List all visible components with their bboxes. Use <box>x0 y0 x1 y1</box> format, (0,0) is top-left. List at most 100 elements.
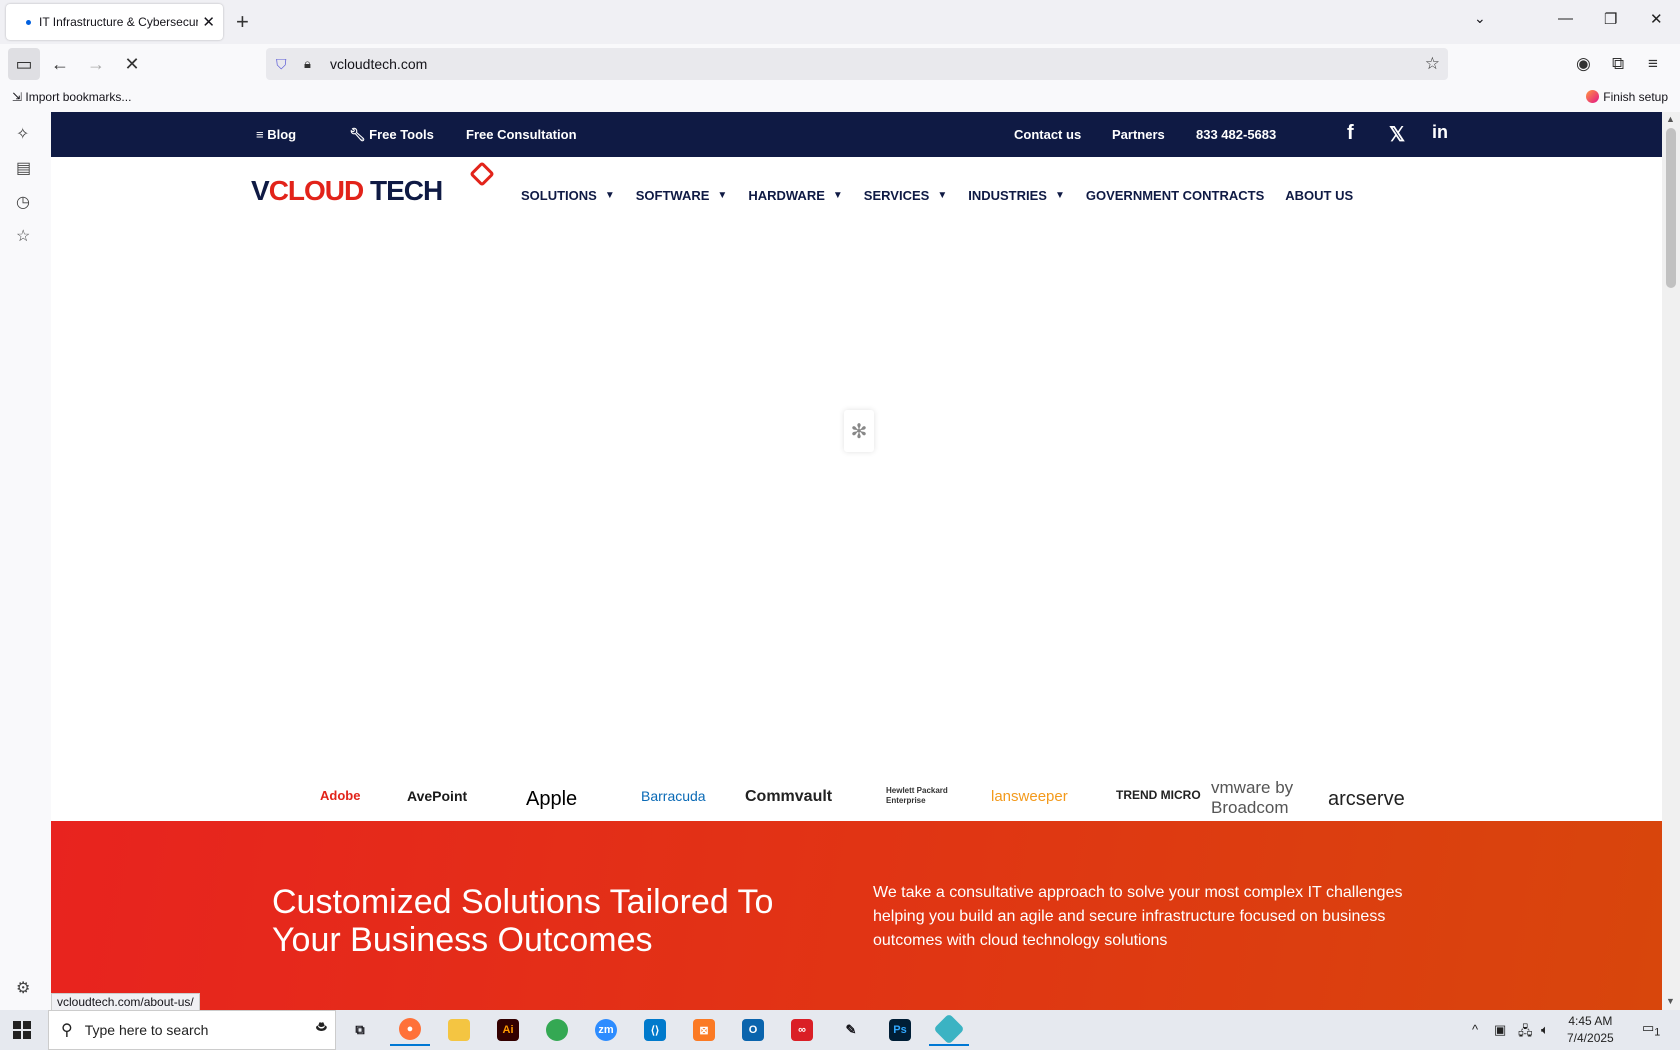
finish-setup-label: Finish setup <box>1603 90 1668 104</box>
site-topbar: ≡ Blog 🔧︎ Free Tools Free Consultation C… <box>51 112 1662 157</box>
restore-icon[interactable]: ❐ <box>1604 10 1617 28</box>
logo-cloud: CLOUD <box>268 175 365 206</box>
scroll-thumb[interactable] <box>1666 128 1676 288</box>
tracking-protection-icon[interactable]: ⛉ <box>276 56 292 73</box>
close-window-icon[interactable]: ✕ <box>1650 10 1663 28</box>
extensions-icon[interactable]: ⧉ <box>1612 54 1624 74</box>
back-icon[interactable]: ← <box>44 48 76 80</box>
logo-badge-icon <box>469 161 495 187</box>
facebook-icon[interactable]: f <box>1347 122 1354 145</box>
history-icon[interactable]: ◷ <box>16 192 30 212</box>
network-icon[interactable]: 🖧︎ <box>1518 1022 1533 1044</box>
link-status-bar: vcloudtech.com/about-us/ <box>51 993 200 1011</box>
menu-services-label: SERVICES <box>863 188 930 203</box>
caret-down-icon: ▼ <box>937 190 948 201</box>
zoom-icon[interactable]: zm <box>586 1014 626 1046</box>
logo-tech: TECH <box>363 175 443 206</box>
outlook-icon[interactable]: O <box>733 1014 773 1046</box>
adobe-logo: Adobe <box>320 788 361 803</box>
account-icon[interactable]: ◉ <box>1576 54 1591 74</box>
illustrator-icon[interactable]: Ai <box>488 1014 528 1046</box>
minimize-icon[interactable]: — <box>1558 10 1573 27</box>
menu-software[interactable]: SOFTWARE ▼ <box>636 188 728 203</box>
url-text[interactable]: vcloudtech.com <box>330 56 427 72</box>
hero-banner: Customized Solutions Tailored To Your Bu… <box>51 821 1662 1010</box>
menu-government-contracts[interactable]: GOVERNMENT CONTRACTS <box>1086 188 1264 203</box>
url-bar[interactable]: ⛉ 🔒︎ vcloudtech.com ☆ <box>266 48 1448 80</box>
photoshop-icon[interactable]: Ps <box>880 1014 920 1046</box>
volume-icon[interactable]: 🔈︎ <box>1541 1022 1549 1038</box>
blog-label: Blog <box>267 127 297 142</box>
notifications-icon[interactable]: ▭1 <box>1642 1020 1660 1039</box>
loading-dot-icon <box>26 19 31 25</box>
task-view-icon[interactable]: ⧉ <box>340 1014 380 1046</box>
customize-sidebar-icon[interactable]: ⚙ <box>16 978 30 998</box>
caret-down-icon: ▼ <box>1054 190 1065 201</box>
tab-active[interactable]: IT Infrastructure & Cybersecurit ✕ <box>6 4 223 40</box>
taskbar-search[interactable]: ⚲ Type here to search 🎩︎ <box>48 1010 336 1050</box>
bookmark-star-icon[interactable]: ☆ <box>1425 54 1440 74</box>
vscode-icon[interactable]: ⟨⟩ <box>635 1014 675 1046</box>
pen-tool-icon[interactable]: ✎ <box>831 1014 871 1046</box>
menu-about-us[interactable]: ABOUT US <box>1285 188 1353 203</box>
x-twitter-icon[interactable]: 𝕏 <box>1389 122 1405 147</box>
synced-tabs-icon[interactable]: ▤ <box>16 158 31 178</box>
contact-us-link[interactable]: Contact us <box>1014 127 1081 142</box>
list-all-tabs-icon[interactable]: ⌄ <box>1474 10 1486 27</box>
finish-setup-button[interactable]: Finish setup <box>1586 90 1668 104</box>
lansweeper-logo: lansweeper <box>991 788 1068 805</box>
import-bookmarks-link[interactable]: ⇲ Import bookmarks... <box>12 90 131 104</box>
tab-close-icon[interactable]: ✕ <box>202 13 215 31</box>
menu-services[interactable]: SERVICES ▼ <box>864 188 947 203</box>
scroll-down-icon[interactable]: ▼ <box>1666 996 1675 1006</box>
file-explorer-icon[interactable] <box>439 1014 479 1046</box>
sidebar-toggle-icon[interactable]: ▭ <box>8 48 40 80</box>
blog-link[interactable]: ≡ Blog <box>256 127 296 142</box>
menu-industries[interactable]: INDUSTRIES ▼ <box>968 188 1065 203</box>
menu-industries-label: INDUSTRIES <box>968 188 1047 203</box>
meet-now-icon[interactable]: ▣ <box>1494 1022 1506 1038</box>
bookmarks-toolbar: ⇲ Import bookmarks... Finish setup <box>0 84 1680 112</box>
creative-cloud-icon[interactable]: ∞ <box>782 1014 822 1046</box>
notification-count: 1 <box>1654 1026 1661 1039</box>
arcserve-logo: arcserve <box>1328 788 1405 810</box>
scroll-up-icon[interactable]: ▲ <box>1666 114 1675 124</box>
phone-link[interactable]: 833 482-5683 <box>1196 127 1276 142</box>
menu-hardware[interactable]: HARDWARE ▼ <box>748 188 842 203</box>
lock-icon[interactable]: 🔒︎ <box>304 56 320 72</box>
free-consultation-link[interactable]: Free Consultation <box>466 127 577 142</box>
clock-date: 7/4/2025 <box>1567 1031 1614 1045</box>
page-scrollbar[interactable]: ▲ ▼ <box>1662 112 1680 1010</box>
menu-icon[interactable]: ≡ <box>1648 54 1658 74</box>
linkedin-icon[interactable]: in <box>1432 122 1448 143</box>
firefox-icon <box>1586 90 1600 103</box>
app-taskbar-icon[interactable] <box>929 1013 969 1046</box>
stop-loading-icon[interactable]: ✕ <box>116 48 148 80</box>
partners-link[interactable]: Partners <box>1112 127 1165 142</box>
forward-icon[interactable]: → <box>80 48 112 80</box>
barracuda-logo: Barracuda <box>641 788 706 804</box>
clock[interactable]: 4:45 AM 7/4/2025 <box>1567 1013 1614 1047</box>
navigation-toolbar: ▭ ← → ✕ ⛉ 🔒︎ vcloudtech.com ☆ ◉ ⧉ ≡ <box>0 44 1680 84</box>
primary-menu: SOLUTIONS ▼ SOFTWARE ▼ HARDWARE ▼ SERVICES ▼… <box>521 188 1374 203</box>
bookmarks-icon[interactable]: ☆ <box>16 226 30 246</box>
new-tab-icon[interactable]: + <box>236 10 249 34</box>
tab-title: IT Infrastructure & Cybersecurit <box>39 15 199 29</box>
tab-bar: IT Infrastructure & Cybersecurit ✕ + ⌄ —… <box>0 0 1680 44</box>
xampp-icon[interactable]: ⊠ <box>684 1014 724 1046</box>
logo-v: V <box>251 175 270 206</box>
windows-taskbar: ⚲ Type here to search 🎩︎ ⧉ ● Ai zm ⟨⟩ ⊠ … <box>0 1010 1680 1050</box>
menu-software-label: SOFTWARE <box>635 188 710 203</box>
caret-down-icon: ▼ <box>832 190 843 201</box>
firefox-taskbar-icon[interactable]: ● <box>390 1014 430 1046</box>
taskbar-search-placeholder: Type here to search <box>84 1022 209 1038</box>
show-hidden-icons-icon[interactable]: ^ <box>1472 1022 1478 1037</box>
menu-solutions[interactable]: SOLUTIONS ▼ <box>521 188 615 203</box>
ai-chatbot-icon[interactable]: ✧ <box>16 124 29 144</box>
menu-hardware-label: HARDWARE <box>748 188 825 203</box>
free-tools-link[interactable]: 🔧︎ Free Tools <box>349 127 434 143</box>
vcloud-tech-logo[interactable]: VCLOUD TECH <box>251 161 495 207</box>
windows-start-icon[interactable] <box>13 1021 31 1039</box>
browser-sidebar: ✧ ▤ ◷ ☆ ⚙ <box>0 112 51 1010</box>
chrome-icon[interactable] <box>537 1014 577 1046</box>
